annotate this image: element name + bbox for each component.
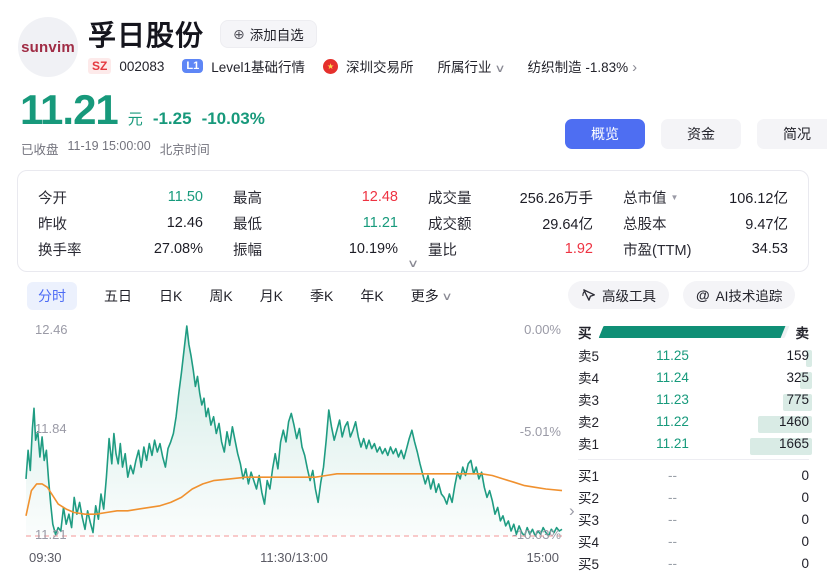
stat-total-shares: 总股本9.47亿 bbox=[623, 210, 788, 236]
price-change: -1.25 bbox=[153, 109, 192, 129]
period-tab-intraday[interactable]: 分时 bbox=[27, 282, 77, 310]
market-status: 已收盘 bbox=[21, 139, 59, 158]
period-tab-yearly[interactable]: 年K bbox=[360, 286, 383, 306]
company-logo-text: sunvim bbox=[21, 39, 75, 56]
market-cap-caret-icon[interactable]: ▼ bbox=[671, 193, 679, 202]
chevron-down-icon: ∨ bbox=[494, 62, 505, 75]
quote-timezone: 北京时间 bbox=[160, 139, 210, 158]
ask-row-2[interactable]: 卖211.221460 bbox=[578, 410, 809, 432]
add-icon: ⊕ bbox=[233, 26, 245, 43]
stock-detail-page: sunvim 孚日股份 ⊕ 添加自选 SZ 002083 L1 Level1基础… bbox=[0, 0, 827, 574]
y-axis-pct-bottom: -10.03% bbox=[513, 527, 561, 542]
level-label: Level1基础行情 bbox=[211, 56, 305, 76]
stat-pe-ttm: 市盈(TTM)34.53 bbox=[623, 236, 788, 262]
stock-name: 孚日股份 bbox=[88, 14, 204, 54]
period-tab-monthly[interactable]: 月K bbox=[260, 286, 283, 306]
y-axis-label-mid: 11.84 bbox=[35, 421, 67, 436]
add-watchlist-button[interactable]: ⊕ 添加自选 bbox=[220, 20, 317, 48]
quote-datetime: 11-19 15:00:00 bbox=[68, 139, 151, 158]
stat-turnover-rate: 换手率27.08% bbox=[38, 236, 203, 262]
exchange-label: 深圳交易所 bbox=[346, 56, 414, 76]
tab-funds[interactable]: 资金 bbox=[661, 119, 741, 149]
level-badge: L1 bbox=[182, 59, 203, 73]
bid-row-2[interactable]: 买2--0 bbox=[578, 486, 809, 508]
stat-high: 最高12.48 bbox=[233, 184, 398, 210]
ai-tracking-icon: @ bbox=[696, 287, 710, 303]
order-book-divider bbox=[578, 459, 809, 460]
advanced-tools-icon bbox=[581, 288, 596, 303]
ai-tracking-button[interactable]: @ AI技术追踪 bbox=[683, 281, 795, 309]
last-price: 11.21 bbox=[20, 86, 118, 134]
tools-row: 高级工具 @ AI技术追踪 bbox=[568, 281, 795, 309]
intraday-chart[interactable]: 12.46 0.00% 11.84 -5.01% 11.21 -10.03% bbox=[25, 320, 563, 542]
period-tab-quarterly[interactable]: 季K bbox=[310, 286, 333, 306]
y-axis-label-bottom: 11.21 bbox=[35, 527, 67, 542]
stat-low: 最低11.21 bbox=[233, 210, 398, 236]
bid-row-1[interactable]: 买1--0 bbox=[578, 464, 809, 486]
ask-row-4[interactable]: 卖411.24325 bbox=[578, 366, 809, 388]
period-tab-more[interactable]: 更多∨ bbox=[411, 286, 451, 306]
tab-overview[interactable]: 概览 bbox=[565, 119, 645, 149]
chart-period-tabs: 分时 五日 日K 周K 月K 季K 年K 更多∨ bbox=[27, 282, 451, 310]
szse-flag-icon: ★ bbox=[323, 59, 338, 74]
market-badge: SZ bbox=[88, 58, 111, 74]
ask-row-3[interactable]: 卖311.23775 bbox=[578, 388, 809, 410]
stat-amplitude: 振幅10.19% bbox=[233, 236, 398, 262]
y-axis-label-top: 12.46 bbox=[35, 322, 68, 337]
period-tab-weekly[interactable]: 周K bbox=[209, 286, 232, 306]
orderbook-expand-icon[interactable]: › bbox=[569, 501, 575, 521]
price-unit: 元 bbox=[128, 108, 143, 129]
stat-prev-close: 昨收12.46 bbox=[38, 210, 203, 236]
industry-link[interactable]: 纺织制造 -1.83%› bbox=[528, 56, 638, 76]
stat-turnover-amount: 成交额29.64亿 bbox=[428, 210, 593, 236]
time-axis: 09:30 11:30/13:00 15:00 bbox=[25, 550, 563, 565]
bid-row-5[interactable]: 买5--0 bbox=[578, 552, 809, 574]
tab-profile[interactable]: 简况 bbox=[757, 119, 827, 149]
ask-row-5[interactable]: 卖511.25159 bbox=[578, 344, 809, 366]
stat-volume-ratio: 量比1.92 bbox=[428, 236, 593, 262]
depth-track bbox=[598, 326, 789, 338]
chevron-down-icon: ∨ bbox=[441, 290, 452, 303]
chevron-right-icon: › bbox=[632, 59, 637, 76]
time-tick-midday: 11:30/13:00 bbox=[260, 550, 328, 565]
stats-grid: 今开11.50 最高12.48 成交量256.26万手 总市值▼106.12亿 … bbox=[38, 184, 788, 262]
ask-row-1[interactable]: 卖111.211665 bbox=[578, 432, 809, 454]
time-tick-open: 09:30 bbox=[29, 550, 62, 565]
period-tab-daily[interactable]: 日K bbox=[159, 286, 182, 306]
depth-sell-fill bbox=[598, 326, 785, 338]
period-tab-5day[interactable]: 五日 bbox=[104, 286, 132, 306]
stat-volume: 成交量256.26万手 bbox=[428, 184, 593, 210]
depth-sell-label: 卖 bbox=[796, 322, 810, 342]
stock-code: 002083 bbox=[119, 59, 164, 74]
bid-row-4[interactable]: 买4--0 bbox=[578, 530, 809, 552]
title-row: 孚日股份 ⊕ 添加自选 bbox=[88, 14, 317, 54]
view-tabs: 概览 资金 简况 bbox=[565, 119, 827, 149]
y-axis-pct-top: 0.00% bbox=[524, 322, 561, 337]
stats-collapse-chevron[interactable]: ∨ bbox=[407, 257, 419, 270]
time-tick-close: 15:00 bbox=[526, 550, 559, 565]
stats-panel: 今开11.50 最高12.48 成交量256.26万手 总市值▼106.12亿 … bbox=[17, 170, 809, 272]
bid-row-3[interactable]: 买3--0 bbox=[578, 508, 809, 530]
stat-market-cap: 总市值▼106.12亿 bbox=[623, 184, 788, 210]
advanced-tools-button[interactable]: 高级工具 bbox=[568, 281, 669, 309]
market-status-line: 已收盘 11-19 15:00:00 北京时间 bbox=[21, 139, 210, 158]
intraday-chart-canvas bbox=[25, 320, 563, 542]
depth-buy-label: 买 bbox=[578, 322, 592, 342]
order-book: 卖511.25159 卖411.24325 卖311.23775 卖211.22… bbox=[578, 344, 809, 574]
company-logo: sunvim bbox=[18, 17, 78, 77]
price-change-percent: -10.03% bbox=[202, 109, 265, 129]
y-axis-pct-mid: -5.01% bbox=[520, 424, 561, 439]
industry-dropdown[interactable]: 所属行业∨ bbox=[438, 56, 504, 76]
stat-open: 今开11.50 bbox=[38, 184, 203, 210]
badge-row: SZ 002083 L1 Level1基础行情 ★ 深圳交易所 所属行业∨ 纺织… bbox=[88, 56, 637, 76]
add-watchlist-label: 添加自选 bbox=[250, 24, 304, 44]
depth-bar: 买 卖 bbox=[578, 322, 809, 342]
quote-block: 11.21 元 -1.25 -10.03% bbox=[20, 86, 265, 134]
